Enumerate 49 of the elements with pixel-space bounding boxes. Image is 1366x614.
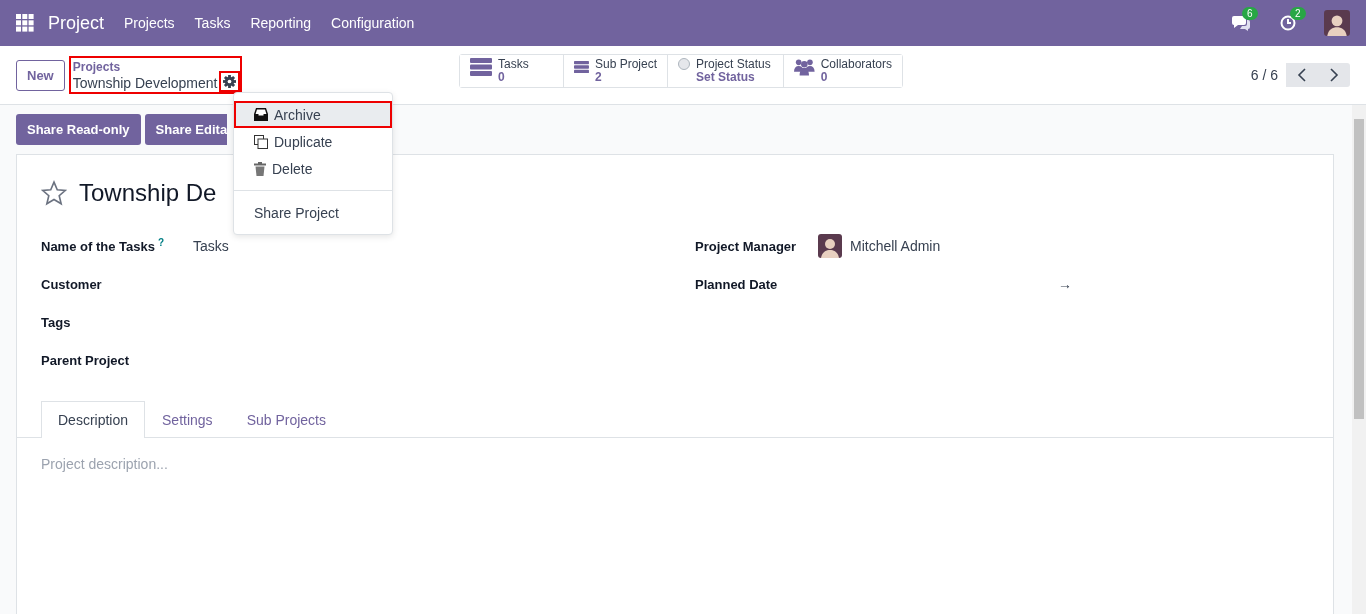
menu-item[interactable]: Archive [234,101,392,128]
breadcrumb-link[interactable]: Projects [72,60,218,74]
menu-item[interactable]: Duplicate [234,128,392,155]
tab[interactable]: Settings [145,401,230,438]
chat-icon[interactable] [1232,15,1250,31]
previous-button[interactable] [1286,63,1318,87]
users-icon [794,58,815,76]
new-button[interactable]: New [16,59,65,91]
chevron-right-icon [1329,68,1339,82]
field-label: Tags [41,314,72,330]
tab[interactable]: Sub Projects [229,401,343,438]
trash-icon [254,161,266,176]
date-range-arrow: → [1058,276,1072,292]
list-icon [470,58,492,76]
message-count-badge: 6 [1242,7,1258,20]
field-value[interactable]: Tasks [193,238,229,254]
list-icon [574,58,589,76]
share-button[interactable]: Share Read-only [16,114,141,145]
field-label: Parent Project [41,352,131,368]
field-label: Customer [41,276,103,292]
activity-count-badge: 2 [1290,7,1306,20]
share-button[interactable]: Share Edita [144,114,228,145]
inbox-icon [254,108,268,121]
star-icon[interactable] [41,180,67,206]
record-name: Township Development [72,74,218,92]
menu-item[interactable]: Projects [124,15,175,31]
pager-value: 6 / 6 [1250,67,1278,83]
user-avatar [1324,10,1350,36]
app-name[interactable]: Project [48,12,105,34]
menu-item[interactable]: Delete [234,155,392,182]
next-button[interactable] [1318,63,1350,87]
scrollbar[interactable] [1352,105,1366,614]
copy-icon [254,134,268,149]
user-avatar [818,234,842,258]
field-label: Project Manager [695,238,798,254]
field-label: Planned Date [695,276,779,292]
field-value[interactable]: Mitchell Admin [850,238,941,254]
menu-item[interactable]: Tasks [194,15,231,31]
tab[interactable]: Description [41,401,146,438]
status-dot-icon [678,58,690,70]
clock-icon[interactable] [1280,15,1296,31]
field-label: Name of the Tasks $^{?}$ [41,237,166,255]
record-title: Township De [79,179,217,207]
menu-item[interactable]: Reporting [250,15,312,31]
apps-menu-icon[interactable] [16,14,34,32]
menu-item[interactable]: Share Project [234,199,392,226]
menu-item[interactable]: Configuration [331,15,415,31]
chevron-left-icon [1297,68,1307,82]
smart-button[interactable]: Tasks 0 [460,55,564,87]
